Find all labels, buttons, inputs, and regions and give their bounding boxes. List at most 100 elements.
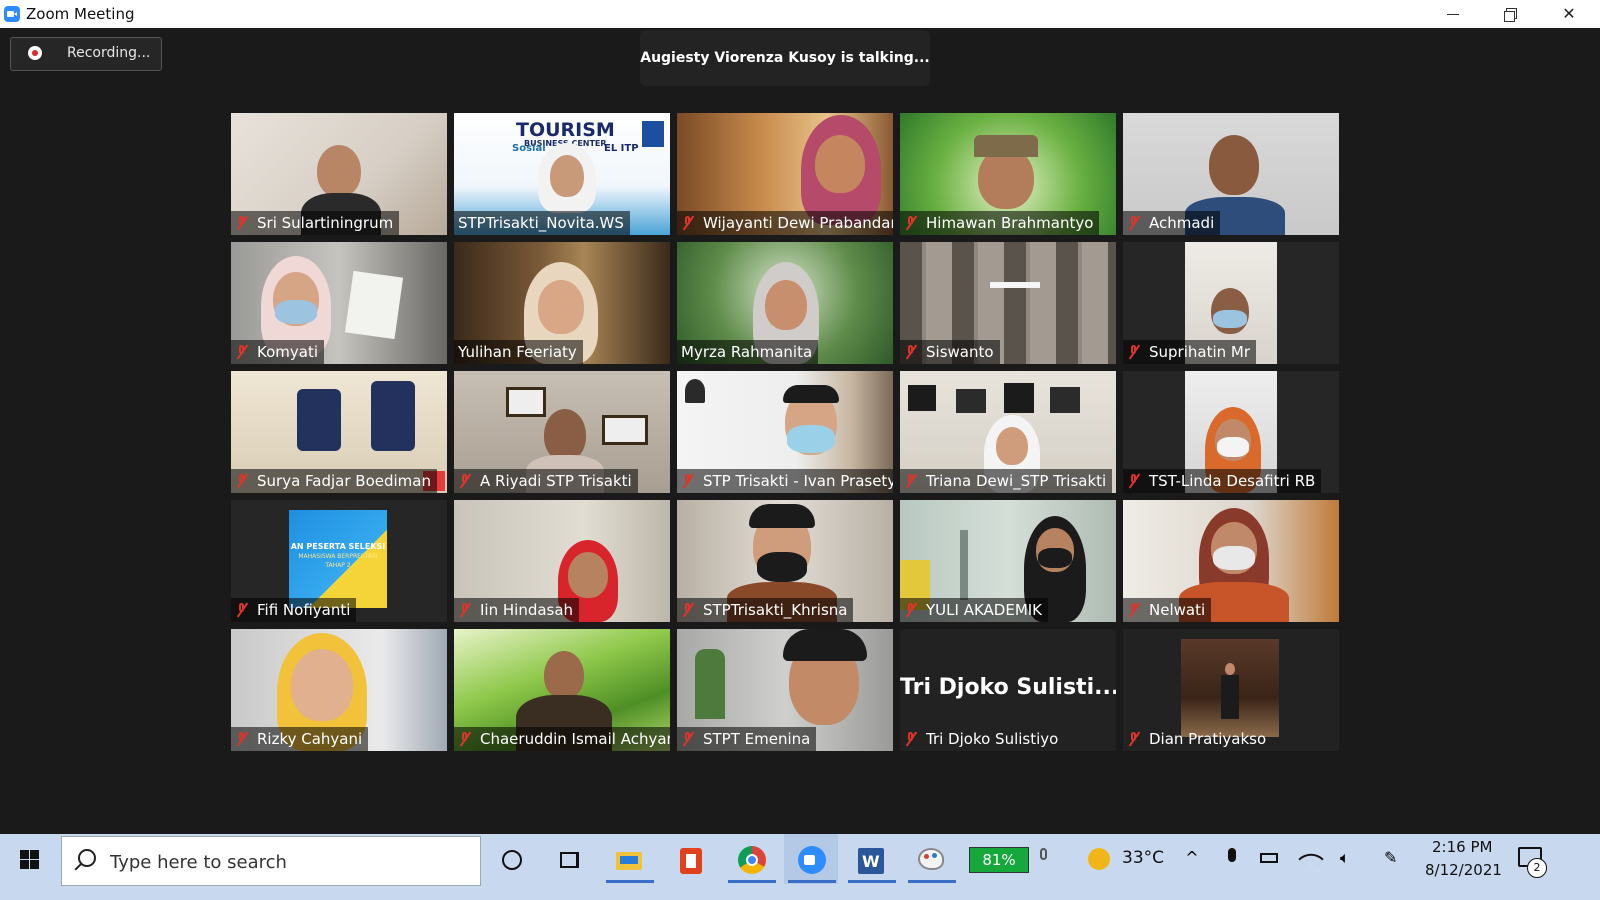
recording-indicator[interactable]: Recording...: [10, 37, 162, 71]
weather-sun-icon[interactable]: [1088, 848, 1110, 870]
participant-name: STP Trisakti - Ivan Prasetya: [703, 472, 893, 490]
cortana-button[interactable]: [496, 844, 528, 876]
participant-tile[interactable]: YULI AKADEMIK: [900, 500, 1116, 622]
participant-tile[interactable]: Siswanto: [900, 242, 1116, 364]
zoom-app-icon: [4, 6, 20, 22]
participant-tile[interactable]: Myrza Rahmanita: [677, 242, 893, 364]
participant-name-tag: Yulihan Feeriaty: [454, 340, 583, 364]
microphone-tray-icon[interactable]: [1034, 848, 1054, 868]
participant-name-tag: Myrza Rahmanita: [677, 340, 819, 364]
word-button[interactable]: W: [856, 844, 888, 876]
volume-icon[interactable]: 🔈︎: [1340, 848, 1360, 868]
participant-tile[interactable]: Himawan Brahmantyo: [900, 113, 1116, 235]
zoom-button[interactable]: [796, 844, 828, 876]
participant-video: [317, 145, 361, 197]
muted-mic-icon: [681, 731, 695, 747]
participant-tile[interactable]: Nelwati: [1123, 500, 1339, 622]
close-button[interactable]: ✕: [1540, 0, 1598, 28]
participant-tile[interactable]: Chaeruddin Ismail Achyar: [454, 629, 670, 751]
start-button[interactable]: [0, 834, 58, 900]
participant-name: Suprihatin Mr: [1149, 343, 1251, 361]
participant-name-tag: Achmadi: [1123, 211, 1221, 235]
participant-name-tag: Iin Hindasah: [454, 598, 580, 622]
participant-name: Yulihan Feeriaty: [458, 343, 577, 361]
clock-date[interactable]: 8/12/2021: [1425, 861, 1502, 879]
temperature-label[interactable]: 33°C: [1122, 848, 1164, 868]
participant-name-tag: Wijayanti Dewi Prabandari: [677, 211, 893, 235]
ceiling-light: [990, 282, 1040, 288]
virtual-background-text: EL ITP: [604, 143, 639, 154]
notification-count-badge: 2: [1527, 858, 1547, 878]
paper-prop: [344, 270, 404, 340]
participant-name: Tri Djoko Sulistiyo: [926, 730, 1059, 748]
participant-tile[interactable]: Yulihan Feeriaty: [454, 242, 670, 364]
participant-name: YULI AKADEMIK: [926, 601, 1043, 619]
participant-tile[interactable]: Wijayanti Dewi Prabandari: [677, 113, 893, 235]
participant-tile[interactable]: Dian Pratiyakso: [1123, 629, 1339, 751]
office-button[interactable]: [676, 844, 708, 876]
mic-glyph: [1228, 848, 1236, 862]
chair-prop: [371, 381, 415, 451]
participant-name-tag: STPTrisakti_Khrisna: [677, 598, 854, 622]
restore-button[interactable]: [1482, 0, 1540, 28]
participant-video: [1038, 548, 1072, 568]
participant-tile[interactable]: Triana Dewi_STP Trisakti: [900, 371, 1116, 493]
participant-name-tag: Rizky Cahyani: [231, 727, 369, 751]
active-app-indicator: [848, 880, 896, 883]
participant-name-tag: Chaeruddin Ismail Achyar: [454, 727, 670, 751]
participant-tile[interactable]: Achmadi: [1123, 113, 1339, 235]
participant-tile[interactable]: STP Trisakti - Ivan Prasetya: [677, 371, 893, 493]
muted-mic-icon: [458, 473, 472, 489]
participant-tile[interactable]: TST-Linda Desafitri RB: [1123, 371, 1339, 493]
pen-icon[interactable]: ✎: [1384, 848, 1404, 868]
participant-tile[interactable]: TOURISM BUSINESS CENTER Sosial EL ITP ST…: [454, 113, 670, 235]
participant-tile[interactable]: AN PESERTA SELEKSI MAHASISWA BERPRESTASI…: [231, 500, 447, 622]
participant-name: Wijayanti Dewi Prabandari: [703, 214, 893, 232]
participant-name: A Riyadi STP Trisakti: [480, 472, 632, 490]
clock-time[interactable]: 2:16 PM: [1432, 838, 1492, 856]
participant-tile[interactable]: Suprihatin Mr: [1123, 242, 1339, 364]
active-app-indicator: [908, 880, 956, 883]
participant-video: [544, 409, 586, 461]
wifi-glyph: [1298, 846, 1324, 872]
participant-tile[interactable]: Tri Djoko Sulisti... Tri Djoko Sulistiyo: [900, 629, 1116, 751]
participant-tile[interactable]: Surya Fadjar Boediman: [231, 371, 447, 493]
participant-tile[interactable]: STPT Emenina: [677, 629, 893, 751]
participant-tile[interactable]: Rizky Cahyani: [231, 629, 447, 751]
show-hidden-icons-chevron-icon[interactable]: ^: [1182, 848, 1202, 868]
word-icon-letter: W: [862, 852, 880, 871]
folder-icon-band: [620, 856, 638, 864]
task-view-button[interactable]: [554, 844, 586, 876]
muted-mic-icon: [904, 731, 918, 747]
close-icon: ✕: [1562, 4, 1576, 23]
muted-mic-icon: [235, 344, 249, 360]
taskbar-search-box[interactable]: [61, 836, 481, 886]
minimize-button[interactable]: [1424, 0, 1482, 28]
participant-name-tag: Fifi Nofiyanti: [231, 598, 357, 622]
muted-mic-icon: [458, 731, 472, 747]
paint-palette-icon: [918, 848, 944, 870]
microphone-icon[interactable]: [1222, 848, 1242, 868]
participant-tile[interactable]: Komyati: [231, 242, 447, 364]
muted-mic-icon: [1127, 602, 1141, 618]
logo-icon: [685, 379, 705, 403]
minimize-icon: [1447, 14, 1459, 15]
muted-mic-icon: [1127, 215, 1141, 231]
participant-name-tag: A Riyadi STP Trisakti: [454, 469, 638, 493]
battery-icon[interactable]: [1260, 848, 1280, 868]
muted-mic-icon: [458, 602, 472, 618]
search-input[interactable]: [108, 849, 462, 875]
chrome-button[interactable]: [736, 844, 768, 876]
file-explorer-button[interactable]: [614, 844, 646, 876]
battery-meter[interactable]: 81%: [969, 847, 1029, 873]
muted-mic-icon: [1127, 731, 1141, 747]
participant-name: Surya Fadjar Boediman: [257, 472, 431, 490]
participant-tile[interactable]: A Riyadi STP Trisakti: [454, 371, 670, 493]
participant-name-tag: Dian Pratiyakso: [1123, 727, 1272, 751]
participant-tile[interactable]: Iin Hindasah: [454, 500, 670, 622]
paint-button[interactable]: [916, 844, 948, 876]
muted-mic-icon: [235, 602, 249, 618]
participant-tile[interactable]: STPTrisakti_Khrisna: [677, 500, 893, 622]
wifi-icon[interactable]: [1298, 846, 1324, 872]
participant-tile[interactable]: Sri Sulartiningrum: [231, 113, 447, 235]
